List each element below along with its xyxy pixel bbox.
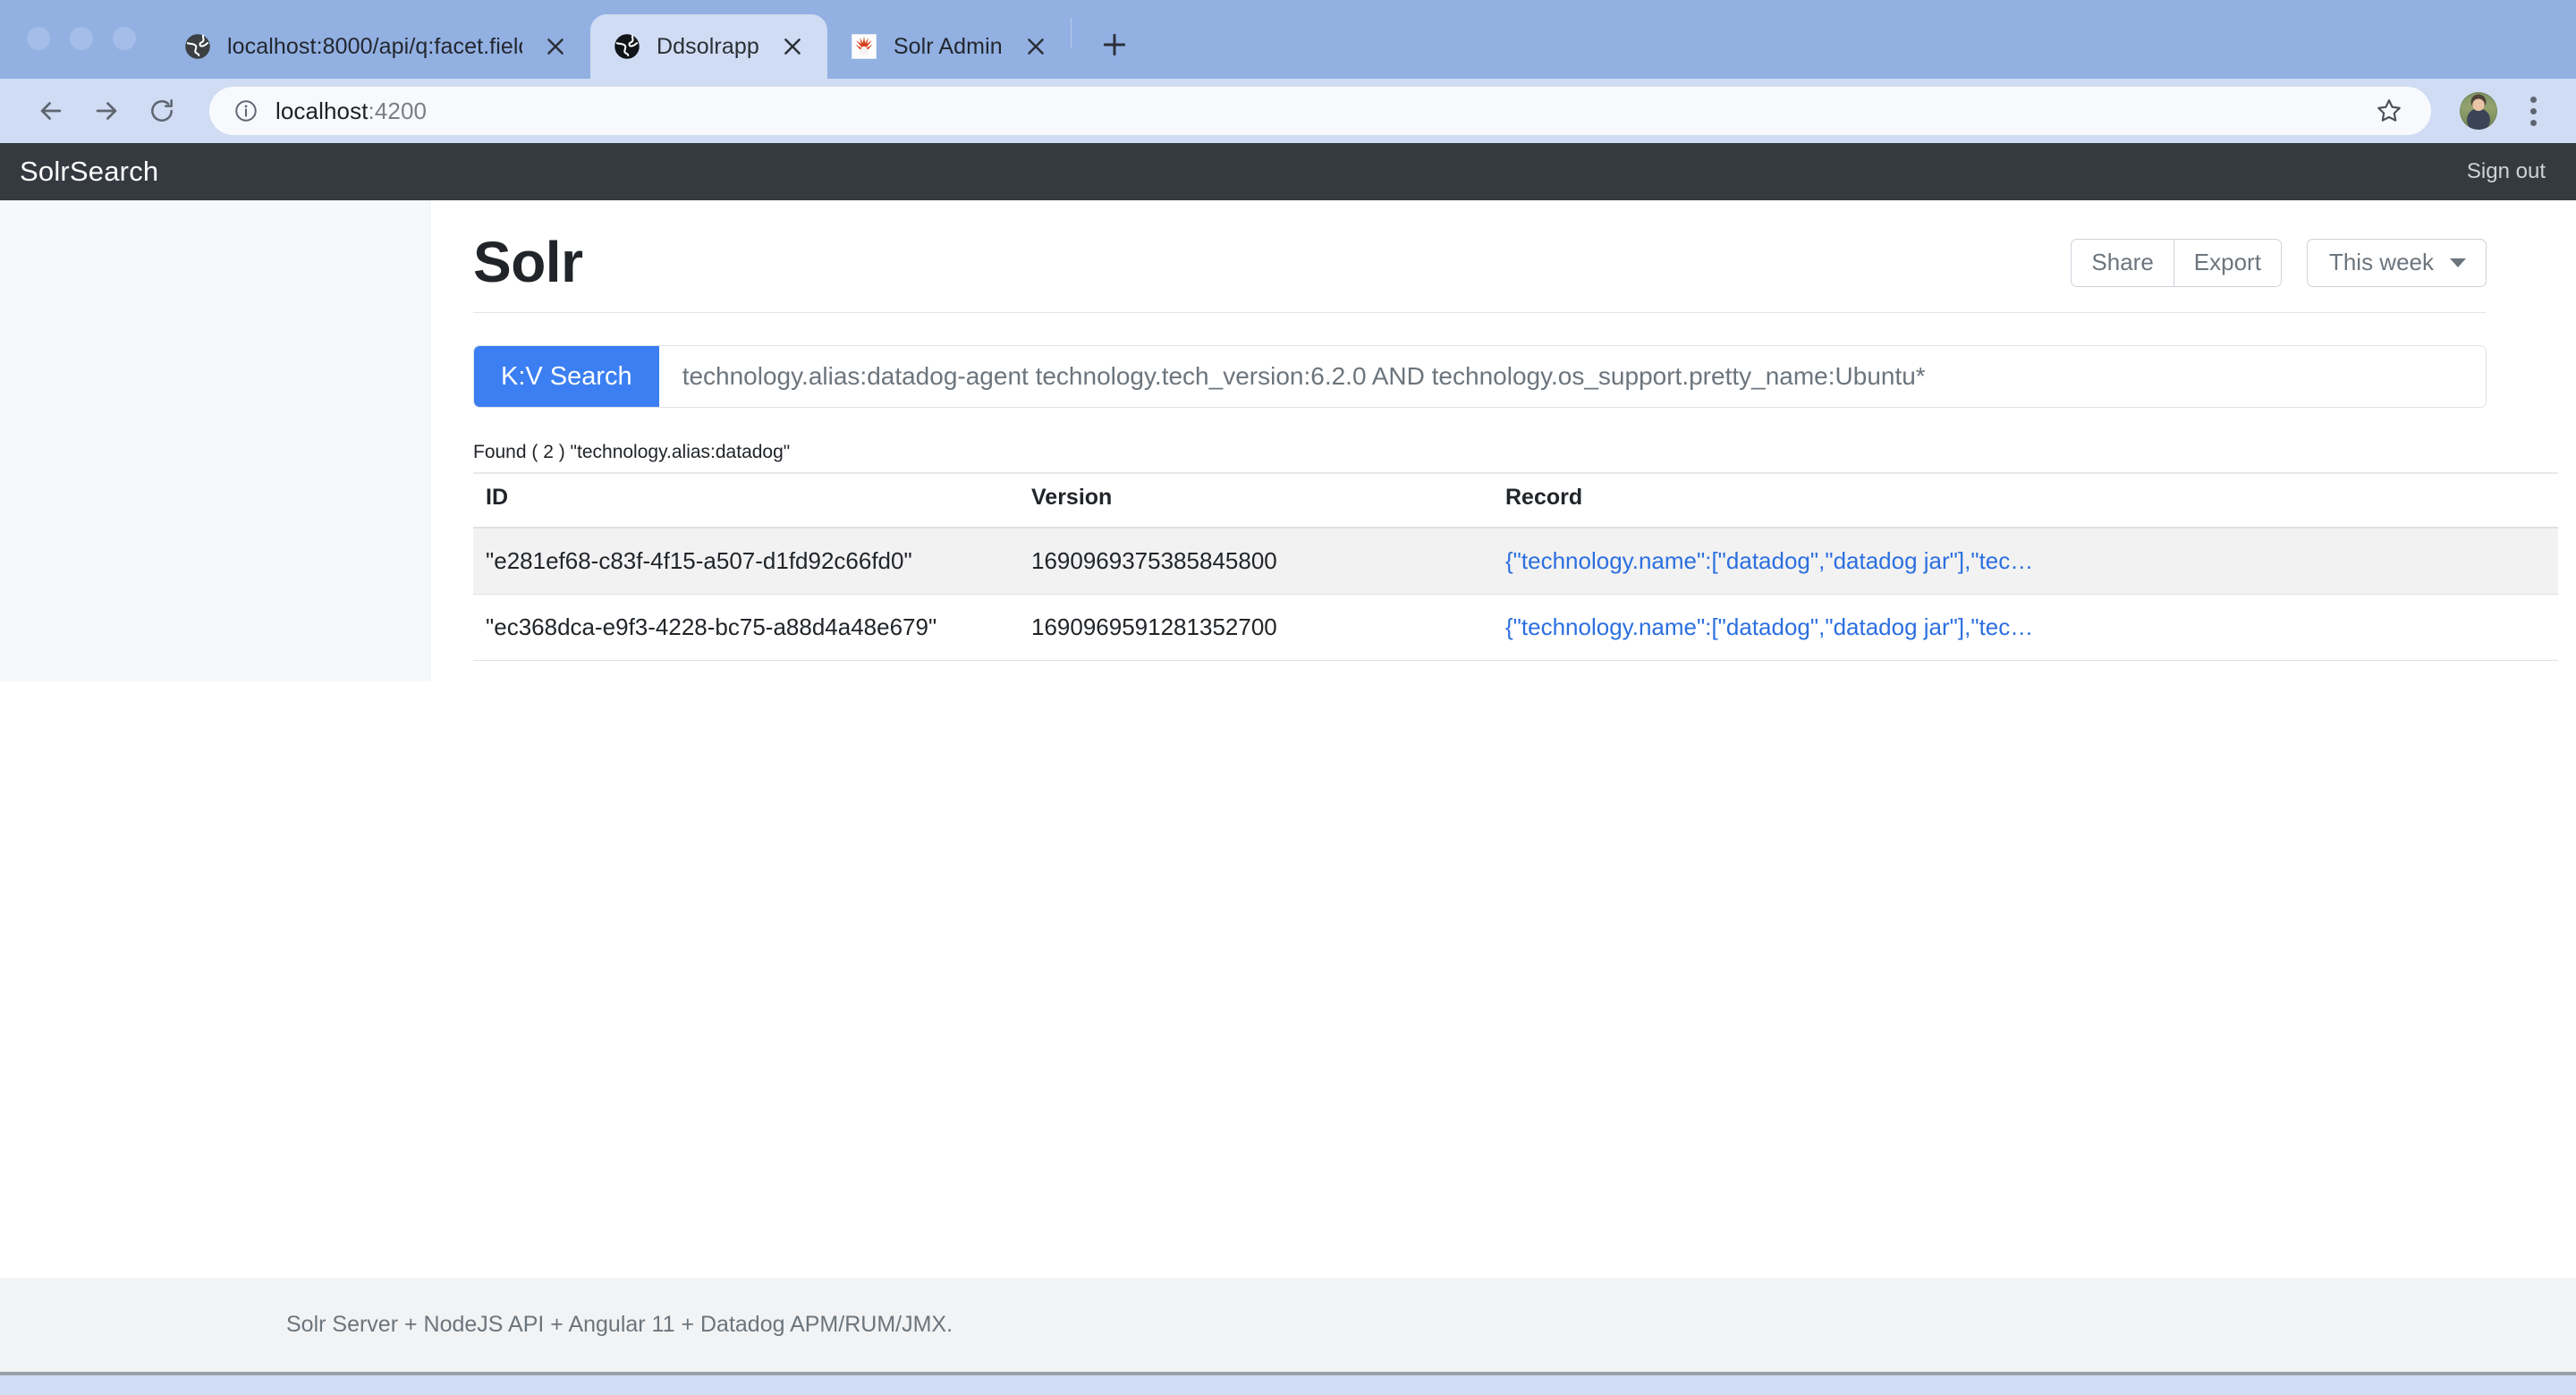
info-circle-icon[interactable] [233,97,259,124]
browser-tab-ddsolrapp[interactable]: Ddsolrapp [590,14,827,79]
chevron-down-icon [2450,258,2466,267]
cell-record: {"technology.name":["datadog","datadog j… [1493,528,2558,595]
main-content: Solr Share Export This week [430,200,2576,1277]
kebab-menu-icon[interactable] [2513,91,2553,131]
cell-version: 1690969591281352700 [1019,595,1493,661]
record-link[interactable]: {"technology.name":["datadog","datadog j… [1505,613,2033,640]
globe-icon [184,33,211,60]
minimize-window-button[interactable] [70,27,93,50]
cell-version: 1690969375385845800 [1019,528,1493,595]
address-bar[interactable]: localhost:4200 [209,87,2431,135]
maximize-window-button[interactable] [113,27,136,50]
window-bottom-edge [0,1375,2576,1395]
cell-record: {"technology.name":["datadog","datadog j… [1493,595,2558,661]
close-tab-button[interactable] [540,31,571,62]
table-row[interactable]: "ec368dca-e9f3-4228-bc75-a88d4a48e679" 1… [473,595,2558,661]
tab-title: Solr Admin [894,34,1003,60]
tab-divider [1071,18,1072,48]
footer-text: Solr Server + NodeJS API + Angular 11 + … [286,1312,953,1338]
results-summary: Found ( 2 ) "technology.alias:datadog" [473,442,2487,472]
browser-window: localhost:8000/api/q:facet.field Ddsolra… [0,0,2576,1395]
app-brand[interactable]: SolrSearch [20,156,158,188]
cell-id: "ec368dca-e9f3-4228-bc75-a88d4a48e679" [473,595,1019,661]
tab-title: localhost:8000/api/q:facet.field [227,34,522,60]
date-range-label: This week [2329,249,2434,276]
close-window-button[interactable] [27,27,50,50]
browser-tab-solr-admin[interactable]: Solr Admin [827,14,1071,79]
star-icon[interactable] [2367,89,2411,133]
close-tab-button[interactable] [777,31,808,62]
new-tab-button[interactable] [1088,18,1141,72]
column-header-id[interactable]: ID [473,473,1019,528]
solr-logo-icon [851,33,877,60]
column-header-record[interactable]: Record [1493,473,2558,528]
avatar[interactable] [2460,92,2497,130]
app-navbar: SolrSearch Sign out [0,143,2576,200]
table-header-row: ID Version Record [473,473,2558,528]
url-port: :4200 [369,97,428,124]
forward-arrow-icon[interactable] [79,83,134,139]
back-arrow-icon[interactable] [23,83,79,139]
close-tab-button[interactable] [1021,31,1051,62]
export-button[interactable]: Export [2174,239,2282,287]
tab-title: Ddsolrapp [657,34,759,60]
left-sidebar [0,200,430,681]
page-header: Solr Share Export This week [473,232,2487,313]
globe-icon [614,33,640,60]
page-body: Solr Share Export This week [0,200,2576,1277]
share-button[interactable]: Share [2071,239,2174,287]
tabs-row: localhost:8000/api/q:facet.field Ddsolra… [161,0,1141,79]
url-text: localhost:4200 [275,97,427,125]
date-range-dropdown[interactable]: This week [2307,239,2487,287]
kv-search-button[interactable]: K:V Search [474,346,659,407]
search-bar: K:V Search [473,345,2487,408]
results-table: ID Version Record "e281ef68-c83f-4f15-a5… [473,472,2558,661]
sign-out-link[interactable]: Sign out [2467,159,2546,184]
page-actions-toolbar: Share Export This week [2071,239,2487,287]
page-title: Solr [473,232,582,292]
reload-icon[interactable] [134,83,190,139]
record-link[interactable]: {"technology.name":["datadog","datadog j… [1505,547,2033,574]
url-host: localhost [275,97,369,124]
browser-toolbar: localhost:4200 [0,79,2576,143]
window-controls[interactable] [27,27,136,50]
page-viewport: SolrSearch Sign out Solr Share Export [0,143,2576,1375]
search-input[interactable] [659,346,2486,407]
column-header-version[interactable]: Version [1019,473,1493,528]
table-row[interactable]: "e281ef68-c83f-4f15-a507-d1fd92c66fd0" 1… [473,528,2558,595]
page-footer: Solr Server + NodeJS API + Angular 11 + … [0,1277,2576,1372]
browser-tab-localhost-api[interactable]: localhost:8000/api/q:facet.field [161,14,590,79]
cell-id: "e281ef68-c83f-4f15-a507-d1fd92c66fd0" [473,528,1019,595]
share-export-group: Share Export [2071,239,2282,287]
footer-divider [0,1372,2576,1375]
tab-strip: localhost:8000/api/q:facet.field Ddsolra… [0,0,2576,79]
